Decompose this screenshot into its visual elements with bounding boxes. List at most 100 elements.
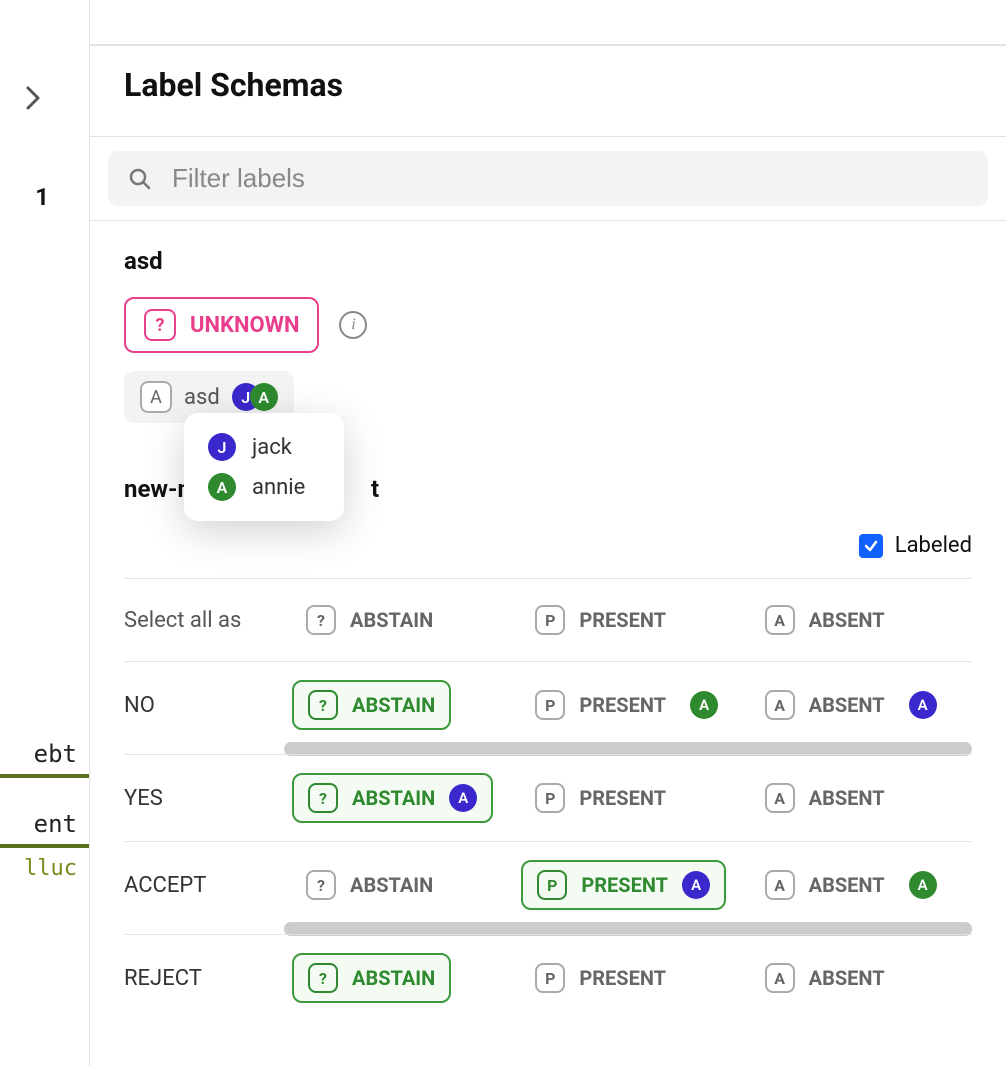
present-pill[interactable]: PPRESENT — [521, 682, 680, 728]
abstain-pill[interactable]: ? ABSTAIN — [292, 953, 451, 1003]
popover-user-row[interactable]: Aannie — [208, 467, 320, 507]
present-label: PRESENT — [581, 873, 668, 897]
abstain-label: ABSTAIN — [350, 873, 433, 897]
absent-glyph-icon: A — [765, 690, 795, 720]
absent-label: ABSENT — [809, 966, 885, 990]
abstain-label: ABSTAIN — [352, 693, 435, 717]
option-cell-absent: A ABSENT A — [751, 862, 972, 908]
present-pill[interactable]: P PRESENT — [521, 775, 680, 821]
option-cell-abstain: ? ABSTAIN A — [292, 773, 513, 823]
option-cell-absent: A ABSENT — [751, 775, 972, 821]
a-glyph-icon: A — [765, 605, 795, 635]
page-title: Label Schemas — [90, 45, 1006, 137]
select-all-absent[interactable]: A ABSENT — [751, 597, 899, 643]
abstain-label: ABSTAIN — [352, 786, 435, 810]
vote-badge: A — [690, 691, 718, 719]
select-all-abstain[interactable]: ? ABSTAIN — [292, 597, 447, 643]
row-label: REJECT — [124, 966, 284, 991]
absent-glyph-icon: A — [765, 963, 795, 993]
abstain-pill[interactable]: ? ABSTAIN — [292, 862, 447, 908]
popover-user-name: jack — [252, 435, 292, 460]
unknown-label: UNKNOWN — [190, 313, 299, 338]
row-label: ACCEPT — [124, 873, 284, 898]
sidebar-count: 1 — [0, 183, 89, 211]
absent-label: ABSENT — [809, 786, 885, 810]
p-glyph-icon: P — [535, 605, 565, 635]
avatar: J — [208, 433, 236, 461]
question-icon: ? — [306, 605, 336, 635]
present-label: PRESENT — [579, 786, 666, 810]
absent-pill[interactable]: A ABSENT — [751, 955, 899, 1001]
user-popover: JjackAannie — [184, 413, 344, 521]
vote-badge: A — [909, 871, 937, 899]
row-label: NO — [124, 693, 284, 718]
labeled-text: Labeled — [895, 533, 972, 558]
abstain-glyph-icon: ? — [308, 783, 338, 813]
select-all-row: Select all as ? ABSTAIN P PRESENT — [124, 578, 972, 661]
abstain-pill[interactable]: ? ABSTAIN A — [292, 773, 493, 823]
sub-label-text: asd — [184, 385, 220, 410]
labeled-checkbox[interactable] — [859, 534, 883, 558]
a-glyph-icon: A — [140, 381, 172, 413]
avatar: A — [208, 473, 236, 501]
question-icon: ? — [144, 309, 176, 341]
popover-user-row[interactable]: Jjack — [208, 427, 320, 467]
absent-label: ABSENT — [809, 873, 885, 897]
absent-pill[interactable]: A ABSENT — [751, 682, 899, 728]
present-glyph-icon: P — [535, 963, 565, 993]
option-cell-absent: A ABSENT A — [751, 682, 972, 728]
option-cell-absent: A ABSENT — [751, 955, 972, 1001]
absent-glyph-icon: A — [765, 783, 795, 813]
vote-badge: A — [909, 691, 937, 719]
schema-name: asd — [124, 247, 972, 275]
option-cell-present: P PRESENT A — [521, 860, 742, 910]
label-row: YES? ABSTAIN A P PRESENT A ABSENT — [124, 754, 972, 841]
popover-user-name: annie — [252, 475, 305, 500]
clipped-items: ebtentlluc — [0, 740, 89, 881]
schema-name-right: t — [371, 475, 379, 503]
schema-new: new-n t Labeled Select all as ? ABST — [108, 475, 988, 1045]
option-cell-present: P PRESENT — [521, 775, 742, 821]
label-row: REJECT? ABSTAIN P PRESENT A ABSENT — [124, 934, 972, 1021]
present-label: PRESENT — [579, 966, 666, 990]
unknown-pill[interactable]: ? UNKNOWN — [124, 297, 319, 353]
info-icon[interactable]: i — [339, 311, 367, 339]
absent-pill[interactable]: A ABSENT — [751, 775, 899, 821]
clipped-item: ent — [0, 810, 89, 848]
filter-input[interactable] — [172, 163, 968, 194]
absent-label: ABSENT — [809, 693, 885, 717]
present-label: PRESENT — [579, 693, 666, 717]
search-icon — [128, 167, 152, 191]
present-glyph-icon: P — [535, 783, 565, 813]
vote-badge: A — [682, 871, 710, 899]
label-row: NO? ABSTAIN PPRESENT A A ABSENT A — [124, 661, 972, 754]
option-cell-present: P PRESENT — [521, 955, 742, 1001]
abstain-label: ABSTAIN — [352, 966, 435, 990]
option-cell-abstain: ? ABSTAIN — [292, 680, 513, 730]
select-all-label: Select all as — [124, 608, 284, 633]
count-value: 1 — [35, 183, 49, 211]
clipped-sub: lluc — [0, 856, 89, 881]
avatar: A — [250, 383, 278, 411]
absent-glyph-icon: A — [765, 870, 795, 900]
abstain-glyph-icon: ? — [308, 963, 338, 993]
avatar-stack: JA — [232, 383, 278, 411]
sidebar-collapsed: 1 ebtentlluc — [0, 0, 90, 1066]
label-row: ACCEPT? ABSTAIN P PRESENT A A ABSENT A — [124, 841, 972, 934]
abstain-pill[interactable]: ? ABSTAIN — [292, 680, 451, 730]
present-glyph-icon: P — [537, 870, 567, 900]
absent-pill[interactable]: A ABSENT — [751, 862, 899, 908]
abstain-glyph-icon: ? — [308, 690, 338, 720]
select-all-present[interactable]: P PRESENT — [521, 597, 680, 643]
option-cell-present: PPRESENT A — [521, 682, 742, 728]
present-pill[interactable]: P PRESENT A — [521, 860, 726, 910]
vote-badge: A — [449, 784, 477, 812]
schema-name-left: new-n — [124, 475, 191, 503]
present-pill[interactable]: P PRESENT — [521, 955, 680, 1001]
option-cell-abstain: ? ABSTAIN — [292, 862, 513, 908]
abstain-glyph-icon: ? — [306, 870, 336, 900]
filter-input-wrapper[interactable] — [108, 151, 988, 206]
row-label: YES — [124, 786, 284, 811]
chevron-right-icon[interactable] — [24, 84, 42, 112]
option-cell-abstain: ? ABSTAIN — [292, 953, 513, 1003]
